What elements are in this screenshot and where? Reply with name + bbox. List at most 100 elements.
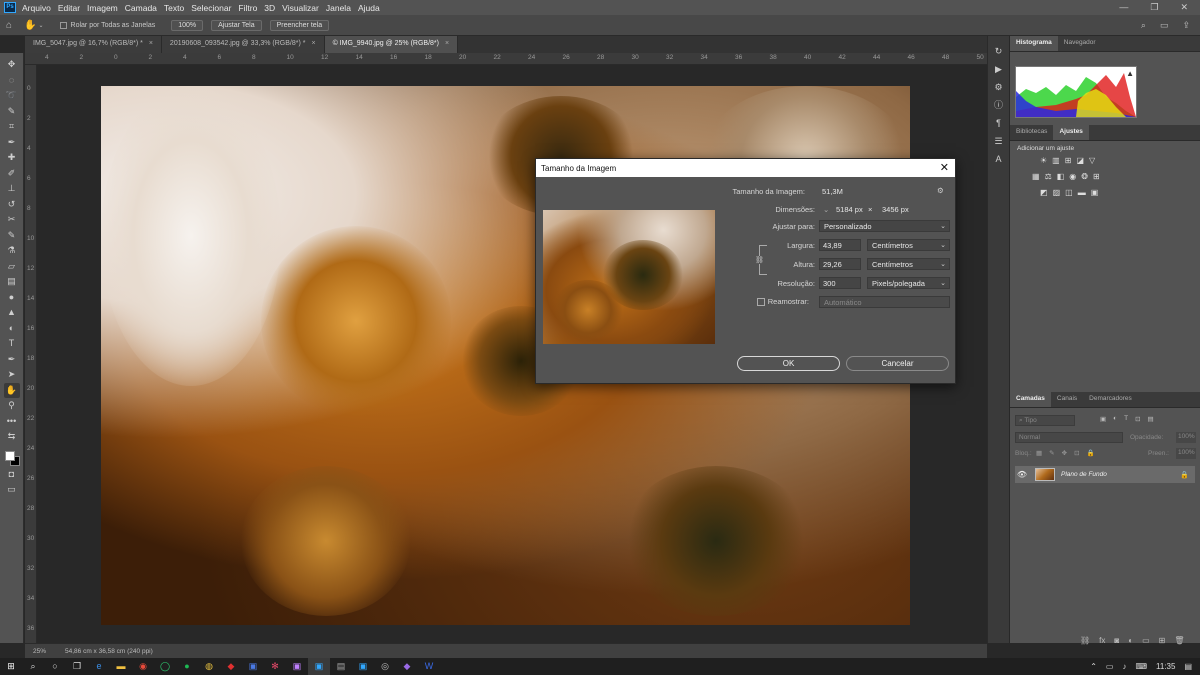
app-icon[interactable]: ▣ bbox=[242, 658, 264, 675]
threshold-icon[interactable]: ◫ bbox=[1065, 188, 1073, 197]
tab-ajustes[interactable]: Ajustes bbox=[1053, 125, 1089, 140]
app-icon[interactable]: ◍ bbox=[198, 658, 220, 675]
warning-icon[interactable]: ▲ bbox=[1126, 69, 1134, 78]
path-select-icon[interactable]: ➤ bbox=[4, 367, 20, 383]
hand-tool-icon[interactable]: ✋ bbox=[3, 382, 20, 398]
opacity-field[interactable]: 100% bbox=[1176, 432, 1196, 443]
cortana-icon[interactable]: ○ bbox=[44, 658, 66, 675]
vibrance-icon[interactable]: ▽ bbox=[1089, 156, 1095, 165]
layer-filter-select[interactable]: ⌕ Tipo bbox=[1015, 415, 1075, 426]
pen-tool-icon[interactable]: ✒ bbox=[4, 352, 20, 368]
hue-saturation-icon[interactable]: ▦ bbox=[1032, 172, 1040, 181]
zoom-tool-icon[interactable]: ⚲ bbox=[4, 398, 20, 414]
blend-mode-select[interactable]: Normal bbox=[1015, 432, 1123, 443]
menu-janela[interactable]: Janela bbox=[326, 3, 351, 13]
lightroom-icon[interactable]: ▣ bbox=[352, 658, 374, 675]
photo-filter-icon[interactable]: ◉ bbox=[1069, 172, 1076, 181]
healing-brush-icon[interactable]: ✚ bbox=[4, 150, 20, 166]
fit-screen-button[interactable]: Ajustar Tela bbox=[211, 19, 262, 31]
pixel-filter-icon[interactable]: ▣ bbox=[1100, 415, 1106, 423]
layer-row[interactable]: 👁 Plano de Fundo 🔒 bbox=[1015, 466, 1195, 483]
clone-stamp-icon[interactable]: ⊥ bbox=[4, 181, 20, 197]
brightness-icon[interactable]: ☀ bbox=[1040, 156, 1047, 165]
link-icon[interactable]: ⛓ bbox=[755, 256, 764, 264]
scissors-icon[interactable]: ✂ bbox=[4, 212, 20, 228]
type-filter-icon[interactable]: T bbox=[1124, 415, 1128, 423]
scroll-all-checkbox[interactable] bbox=[59, 21, 67, 29]
premiere-icon[interactable]: ▣ bbox=[286, 658, 308, 675]
color-lookup-icon[interactable]: ⊞ bbox=[1093, 172, 1100, 181]
dialog-preview-image[interactable] bbox=[543, 210, 715, 344]
link-icon[interactable]: ⛓ bbox=[1080, 636, 1090, 645]
menu-filtro[interactable]: Filtro bbox=[238, 3, 257, 13]
foreground-color-swatch[interactable] bbox=[4, 450, 15, 461]
fill-screen-button[interactable]: Preencher tela bbox=[269, 19, 330, 31]
eye-icon[interactable]: 👁 bbox=[1015, 470, 1029, 479]
width-unit-select[interactable]: Centímetros ⌄ bbox=[867, 239, 950, 251]
levels-icon[interactable]: ▥ bbox=[1052, 156, 1060, 165]
folder-icon[interactable]: ▭ bbox=[1142, 636, 1150, 645]
whatsapp-icon[interactable]: ◯ bbox=[154, 658, 176, 675]
width-input[interactable]: 43,89 bbox=[819, 239, 861, 251]
history-brush-icon[interactable]: ↺ bbox=[4, 197, 20, 213]
curves-icon[interactable]: ⊞ bbox=[1065, 156, 1072, 165]
close-icon[interactable]: × bbox=[311, 40, 315, 47]
windows-start-icon[interactable]: ⊞ bbox=[0, 658, 22, 675]
menu-selecionar[interactable]: Selecionar bbox=[191, 3, 231, 13]
restore-icon[interactable]: ❐ bbox=[1150, 2, 1158, 13]
menu-3d[interactable]: 3D bbox=[264, 3, 275, 13]
menu-ajuda[interactable]: Ajuda bbox=[358, 3, 380, 13]
volume-icon[interactable]: ♪ bbox=[1122, 662, 1126, 671]
properties-icon[interactable]: ⚙ bbox=[992, 80, 1006, 95]
menu-arquivo[interactable]: Arquivo bbox=[22, 3, 51, 13]
fill-field[interactable]: 100% bbox=[1176, 448, 1196, 459]
default-colors-icon[interactable]: ⇆ bbox=[4, 429, 20, 445]
app-icon[interactable]: ◆ bbox=[396, 658, 418, 675]
app-icon[interactable]: ✻ bbox=[264, 658, 286, 675]
lock-icon[interactable]: 🔒 bbox=[1180, 471, 1189, 479]
ok-button[interactable]: OK bbox=[737, 356, 840, 371]
trash-icon[interactable]: 🗑 bbox=[1174, 636, 1184, 645]
app-icon[interactable]: ▤ bbox=[330, 658, 352, 675]
lock-all-icon[interactable]: 🔒 bbox=[1087, 449, 1095, 457]
lock-transparent-icon[interactable]: ▦ bbox=[1036, 449, 1042, 457]
menu-camada[interactable]: Camada bbox=[125, 3, 157, 13]
resolution-input[interactable]: 300 bbox=[819, 277, 861, 289]
channel-mixer-icon[interactable]: ❂ bbox=[1081, 172, 1088, 181]
menu-visualizar[interactable]: Visualizar bbox=[282, 3, 319, 13]
app-icon[interactable]: ◆ bbox=[220, 658, 242, 675]
layer-name[interactable]: Plano de Fundo bbox=[1061, 471, 1107, 478]
cancel-button[interactable]: Cancelar bbox=[846, 356, 949, 371]
notifications-icon[interactable]: ▤ bbox=[1184, 662, 1192, 671]
gradient-tool-icon[interactable]: ▤ bbox=[4, 274, 20, 290]
hand-tool-icon[interactable]: ✋ bbox=[24, 20, 36, 31]
tab-img-9940[interactable]: © IMG_9940.jpg @ 25% (RGB/8*) × bbox=[324, 36, 459, 53]
pen-alt-icon[interactable]: ✎ bbox=[4, 228, 20, 244]
paint-bucket-icon[interactable]: ⚗ bbox=[4, 243, 20, 259]
tab-bibliotecas[interactable]: Bibliotecas bbox=[1010, 125, 1053, 140]
home-icon[interactable]: ⌂ bbox=[6, 20, 12, 31]
color-balance-icon[interactable]: ⚖ bbox=[1045, 172, 1052, 181]
shape-filter-icon[interactable]: ⊡ bbox=[1135, 415, 1140, 423]
search-icon[interactable]: ⌕ bbox=[1141, 20, 1146, 31]
brush-tool-icon[interactable]: ✐ bbox=[4, 166, 20, 182]
height-unit-select[interactable]: Centímetros ⌄ bbox=[867, 258, 950, 270]
spotify-icon[interactable]: ● bbox=[176, 658, 198, 675]
fit-to-select[interactable]: Personalizado ⌄ bbox=[819, 220, 950, 232]
zoom-100-button[interactable]: 100% bbox=[171, 19, 204, 31]
eyedropper-tool-icon[interactable]: ✒ bbox=[4, 135, 20, 151]
dodge-tool-icon[interactable]: ◐ bbox=[4, 321, 20, 337]
adjustments-sliders-icon[interactable]: ☰ bbox=[992, 134, 1006, 149]
paragraph-icon[interactable]: ¶ bbox=[992, 116, 1006, 131]
language-icon[interactable]: ⌨ bbox=[1135, 662, 1147, 671]
tab-demarcadores[interactable]: Demarcadores bbox=[1083, 392, 1138, 407]
quick-mask-icon[interactable]: ◘ bbox=[4, 467, 20, 483]
lasso-tool-icon[interactable]: ➰ bbox=[4, 88, 20, 104]
resample-checkbox[interactable] bbox=[757, 298, 765, 306]
gear-icon[interactable]: ⚙ bbox=[937, 186, 944, 195]
share-icon[interactable]: ⇪ bbox=[1182, 20, 1190, 31]
tab-histograma[interactable]: Histograma bbox=[1010, 36, 1058, 51]
smart-filter-icon[interactable]: ▤ bbox=[1148, 415, 1154, 423]
tab-canais[interactable]: Canais bbox=[1051, 392, 1083, 407]
exposure-icon[interactable]: ◪ bbox=[1076, 156, 1084, 165]
